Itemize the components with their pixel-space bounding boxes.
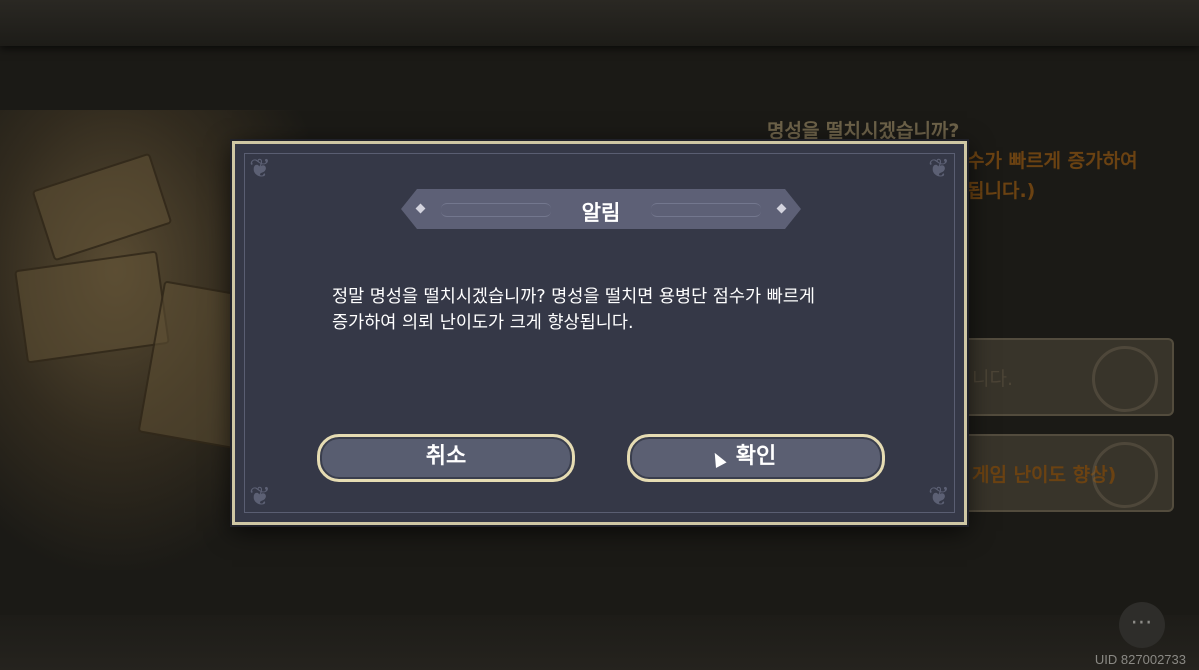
- notice-dialog: ❦ ❦ ❦ ❦ 알림 정말 명성을 떨치시겠습니까? 명성을 떨치면 용병단 점…: [232, 141, 967, 525]
- background-option-1: 니다.: [968, 338, 1174, 416]
- background-subtitle-line: 됩니다.): [967, 180, 1036, 202]
- dialog-message-line: 증가하여 의뢰 난이도가 크게 향상됩니다.: [332, 313, 634, 333]
- background-bottom-bar: [0, 615, 1199, 670]
- corner-ornament-icon: ❦: [249, 482, 271, 512]
- background-subtitle-line: 수가 빠르게 증가하여: [967, 150, 1138, 172]
- more-icon[interactable]: ⋯: [1119, 602, 1165, 648]
- dialog-title: 알림: [581, 201, 621, 225]
- title-plate: 알림: [401, 189, 801, 229]
- book-illustration: [14, 250, 170, 364]
- background-option-2: 게임 난이도 향상): [968, 434, 1174, 512]
- background-top-bar: [0, 0, 1199, 46]
- corner-ornament-icon: ❦: [249, 154, 271, 184]
- emblem-icon: [1092, 346, 1158, 412]
- corner-ornament-icon: ❦: [928, 482, 950, 512]
- emblem-icon: [1092, 442, 1158, 508]
- confirm-button[interactable]: 확인: [627, 434, 885, 482]
- background-subtitle: 수가 빠르게 증가하여 됩니다.): [967, 146, 1138, 206]
- book-illustration: [31, 152, 173, 262]
- corner-ornament-icon: ❦: [928, 154, 950, 184]
- cancel-button[interactable]: 취소: [317, 434, 575, 482]
- uid-label: UID 827002733: [1094, 652, 1186, 667]
- dialog-message-line: 정말 명성을 떨치시겠습니까? 명성을 떨치면 용병단 점수가 빠르게: [332, 287, 815, 307]
- background-title: 명성을 떨치시겠습니까?: [767, 120, 960, 142]
- dialog-message: 정말 명성을 떨치시겠습니까? 명성을 떨치면 용병단 점수가 빠르게 증가하여…: [332, 284, 872, 336]
- background-option-label: 니다.: [972, 368, 1013, 390]
